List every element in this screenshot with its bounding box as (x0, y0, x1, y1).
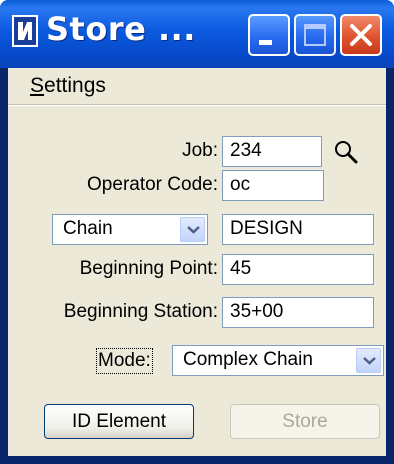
menu-settings-label: ettings (44, 74, 106, 97)
minimize-button[interactable] (248, 14, 290, 56)
menu-settings-mnemonic: S (30, 74, 45, 97)
job-input[interactable]: 234 (222, 136, 322, 167)
element-name-input[interactable]: DESIGN (222, 214, 374, 245)
beginning-point-label: Beginning Point: (79, 258, 218, 279)
mode-select-value: Complex Chain (183, 349, 313, 370)
store-dialog-window: Store ... Settings Job: 234 Operator Cod… (0, 0, 394, 464)
job-label: Job: (182, 140, 218, 161)
dialog-client-area: Settings Job: 234 Operator Code: oc Chai… (8, 68, 386, 456)
maximize-button[interactable] (294, 14, 336, 56)
operator-code-input[interactable]: oc (222, 170, 324, 201)
window-title: Store ... (46, 10, 196, 48)
beginning-station-label: Beginning Station: (63, 301, 218, 322)
chevron-down-icon[interactable] (180, 217, 205, 242)
mode-select[interactable]: Complex Chain (172, 345, 384, 376)
store-button[interactable]: Store (230, 404, 380, 439)
element-type-select-value: Chain (63, 218, 113, 239)
maximize-icon (296, 24, 334, 58)
element-type-select[interactable]: Chain (52, 214, 208, 245)
beginning-point-input[interactable]: 45 (222, 254, 374, 285)
menu-settings[interactable]: Settings (30, 74, 106, 98)
close-icon (342, 24, 380, 58)
close-button[interactable] (340, 14, 382, 56)
app-icon (12, 14, 38, 48)
id-element-button[interactable]: ID Element (44, 404, 194, 439)
title-bar[interactable]: Store ... (0, 0, 394, 68)
menu-bar: Settings (8, 68, 386, 105)
minimize-icon (250, 39, 288, 58)
beginning-station-input[interactable]: 35+00 (222, 297, 374, 328)
search-icon[interactable] (332, 138, 360, 166)
operator-code-label: Operator Code: (87, 174, 218, 195)
chevron-down-icon[interactable] (356, 348, 381, 373)
mode-label: Mode: (96, 348, 153, 374)
